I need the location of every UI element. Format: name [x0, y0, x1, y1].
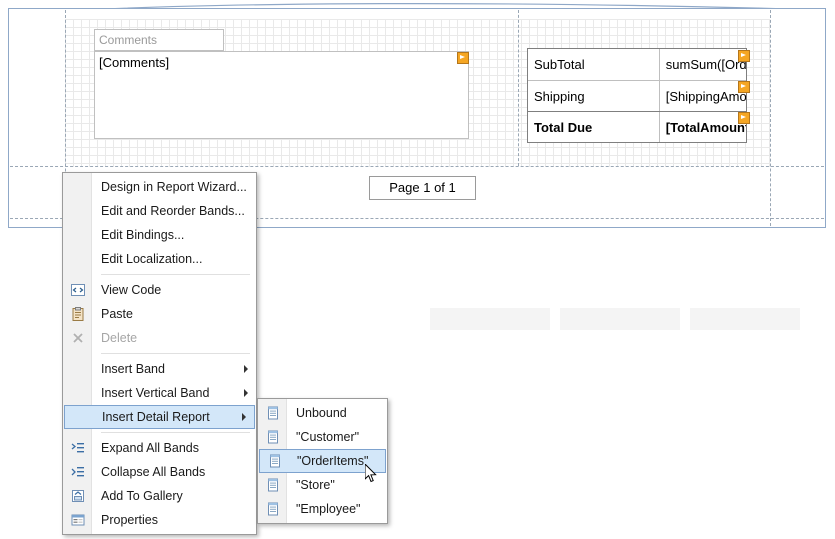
chevron-right-icon [244, 389, 248, 397]
ghost-block-1 [430, 308, 550, 330]
comments-smart-tag-icon[interactable] [457, 52, 469, 64]
menu-separator [101, 432, 250, 433]
menu-item-edit-localization[interactable]: Edit Localization... [63, 247, 256, 271]
data-table-icon [264, 476, 282, 494]
submenu-item-label: "Customer" [296, 430, 360, 444]
data-table-icon [266, 452, 284, 470]
total-due-value: [TotalAmount [658, 112, 746, 142]
menu-item-design-in-report-wizard[interactable]: Design in Report Wizard... [63, 175, 256, 199]
menu-item-label: Edit Bindings... [101, 228, 185, 242]
menu-item-label: Expand All Bands [101, 441, 199, 455]
submenu-item-orderitems[interactable]: "OrderItems" [259, 449, 386, 473]
menu-item-paste[interactable]: Paste [63, 302, 256, 326]
menu-item-view-code[interactable]: View Code [63, 278, 256, 302]
context-menu[interactable]: Design in Report Wizard... Edit and Reor… [62, 172, 257, 535]
delete-x-icon [69, 329, 87, 347]
menu-item-insert-band[interactable]: Insert Band [63, 357, 256, 381]
chevron-right-icon [244, 365, 248, 373]
table-row[interactable]: Total Due [TotalAmount [528, 111, 746, 142]
data-table-icon [264, 428, 282, 446]
menu-item-properties[interactable]: Properties [63, 508, 256, 532]
page-info-control[interactable]: Page 1 of 1 [369, 176, 476, 200]
comments-label-text: Comments [99, 33, 158, 47]
right-margin-guide [770, 10, 771, 226]
table-row[interactable]: SubTotal sumSum([Ord [528, 49, 746, 80]
submenu-item-label: "OrderItems" [297, 454, 369, 468]
expand-bands-icon [69, 439, 87, 457]
properties-icon [69, 511, 87, 529]
menu-item-insert-vertical-band[interactable]: Insert Vertical Band [63, 381, 256, 405]
menu-item-label: View Code [101, 283, 162, 297]
subtotal-label: SubTotal [534, 57, 585, 72]
menu-item-add-to-gallery[interactable]: Add To Gallery [63, 484, 256, 508]
column-guide [518, 10, 519, 166]
menu-item-insert-detail-report[interactable]: Insert Detail Report [64, 405, 255, 429]
subtotal-value: sumSum([Ord [658, 49, 746, 80]
menu-separator [101, 353, 250, 354]
collapse-bands-icon [69, 463, 87, 481]
subtotal-smart-tag-icon[interactable] [738, 50, 750, 62]
menu-item-edit-and-reorder-bands[interactable]: Edit and Reorder Bands... [63, 199, 256, 223]
comments-field-text: [Comments] [99, 55, 170, 70]
comments-field-control[interactable]: [Comments] [94, 51, 469, 139]
menu-item-label: Insert Band [101, 362, 165, 376]
shipping-value: [ShippingAmo [658, 81, 746, 111]
menu-item-label: Collapse All Bands [101, 465, 206, 479]
menu-item-delete: Delete [63, 326, 256, 350]
band-separator-detail [10, 166, 824, 167]
total-due-smart-tag-icon[interactable] [738, 112, 750, 124]
code-icon [69, 281, 87, 299]
clipboard-icon [69, 305, 87, 323]
chevron-right-icon [242, 413, 246, 421]
insert-detail-report-submenu[interactable]: Unbound "Customer" "OrderItems" "Store" … [257, 398, 388, 524]
total-due-label: Total Due [534, 119, 593, 135]
submenu-item-label: Unbound [296, 406, 347, 420]
shipping-smart-tag-icon[interactable] [738, 81, 750, 93]
menu-item-label: Insert Vertical Band [101, 386, 210, 400]
menu-item-label: Design in Report Wizard... [101, 180, 247, 194]
data-table-icon [264, 404, 282, 422]
shipping-label: Shipping [534, 88, 585, 104]
menu-item-label: Paste [101, 307, 133, 321]
ghost-block-2 [560, 308, 680, 330]
submenu-item-label: "Store" [296, 478, 335, 492]
menu-item-label: Delete [101, 331, 138, 345]
page-info-text: Page 1 of 1 [389, 180, 456, 195]
menu-separator [101, 274, 250, 275]
gallery-icon [69, 487, 87, 505]
ghost-block-3 [690, 308, 800, 330]
menu-item-label: Edit and Reorder Bands... [101, 204, 245, 218]
comments-label-control[interactable]: Comments [94, 29, 224, 51]
submenu-item-customer[interactable]: "Customer" [258, 425, 387, 449]
menu-item-label: Edit Localization... [101, 252, 203, 266]
totals-table: SubTotal sumSum([Ord Shipping [ShippingA… [527, 48, 747, 143]
menu-item-label: Properties [101, 513, 158, 527]
menu-item-expand-all-bands[interactable]: Expand All Bands [63, 436, 256, 460]
submenu-item-store[interactable]: "Store" [258, 473, 387, 497]
menu-item-label: Add To Gallery [101, 489, 183, 503]
data-table-icon [264, 500, 282, 518]
menu-item-collapse-all-bands[interactable]: Collapse All Bands [63, 460, 256, 484]
submenu-item-unbound[interactable]: Unbound [258, 401, 387, 425]
table-row[interactable]: Shipping [ShippingAmo [528, 80, 746, 111]
submenu-item-label: "Employee" [296, 502, 361, 516]
menu-item-label: Insert Detail Report [102, 410, 210, 424]
menu-item-edit-bindings[interactable]: Edit Bindings... [63, 223, 256, 247]
submenu-item-employee[interactable]: "Employee" [258, 497, 387, 521]
